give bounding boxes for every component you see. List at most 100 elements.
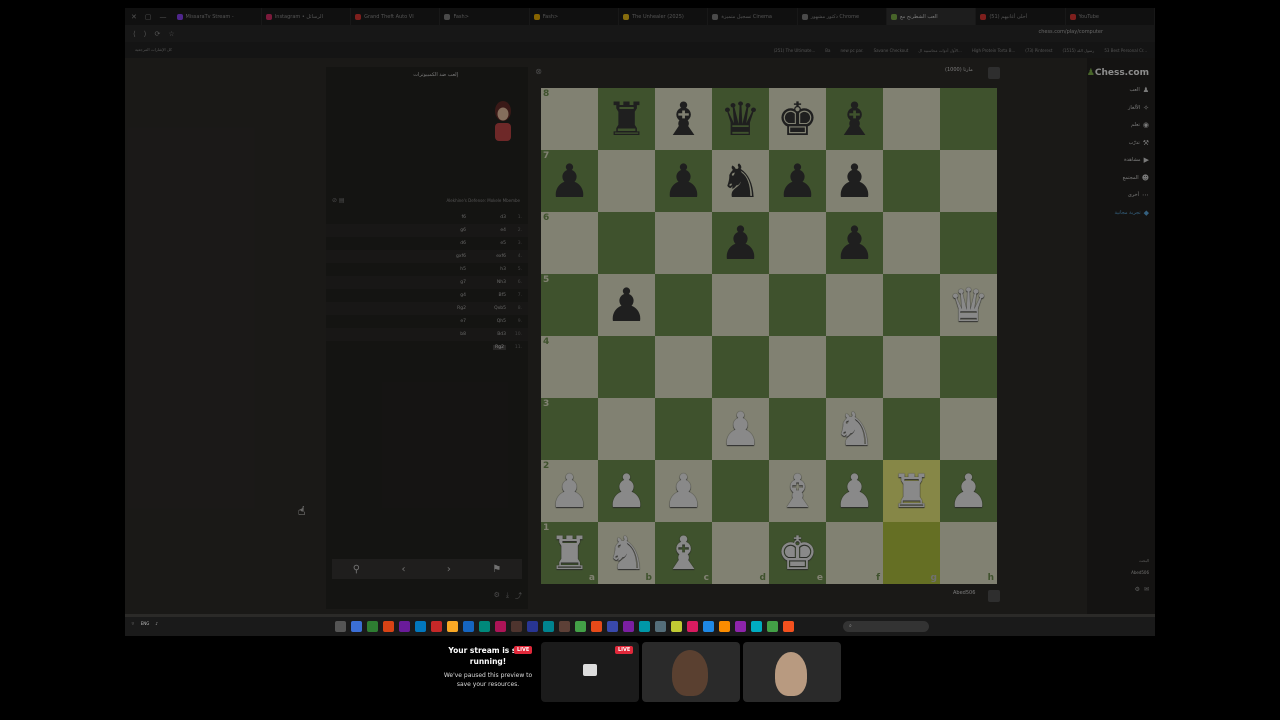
back-icon[interactable]: ⟨ [133, 30, 136, 38]
taskbar-app-icon[interactable] [463, 621, 474, 632]
white-rook-icon[interactable]: ♜ [891, 468, 932, 514]
white-move[interactable]: Qh5 [497, 319, 506, 324]
square-f7[interactable]: ♟ [826, 150, 883, 212]
bookmark-item[interactable]: (1515) رسول الله [1062, 48, 1094, 53]
taskbar-app-icon[interactable] [527, 621, 538, 632]
square-a8[interactable]: 8 [541, 88, 598, 150]
square-a2[interactable]: 2 ♟ [541, 460, 598, 522]
chesscom-logo[interactable]: ♟Chess.com [1087, 68, 1149, 78]
browser-tab[interactable]: Fash> [440, 8, 530, 25]
black-move[interactable]: d6 [460, 241, 466, 246]
white-move[interactable]: Nh3 [497, 280, 506, 285]
white-move[interactable]: exf6 [496, 254, 506, 259]
taskbar-app-icon[interactable] [607, 621, 618, 632]
taskbar-search[interactable]: ⌕ [843, 621, 929, 632]
taskbar-app-icon[interactable] [335, 621, 346, 632]
white-move[interactable]: Rg2 [493, 345, 506, 350]
next-move-button[interactable]: › [447, 564, 451, 575]
nav-item-watch[interactable]: مشاهدة ▶ [1124, 156, 1149, 164]
taskbar-app-icon[interactable] [543, 621, 554, 632]
square-d2[interactable] [712, 460, 769, 522]
notification-icon[interactable]: ✉ [1144, 586, 1149, 593]
white-pawn-icon[interactable]: ♟ [663, 468, 704, 514]
square-d3[interactable]: ♟ [712, 398, 769, 460]
square-d8[interactable]: ♛ [712, 88, 769, 150]
square-d7[interactable]: ♞ [712, 150, 769, 212]
square-c4[interactable] [655, 336, 712, 398]
taskbar-app-icon[interactable] [767, 621, 778, 632]
square-d4[interactable] [712, 336, 769, 398]
share-icon[interactable]: ⤴ [515, 591, 522, 601]
taskbar-app-icon[interactable] [511, 621, 522, 632]
taskbar-app-icon[interactable] [431, 621, 442, 632]
taskbar-app-icon[interactable] [623, 621, 634, 632]
taskbar-app-icon[interactable] [687, 621, 698, 632]
black-bishop-icon[interactable]: ♝ [834, 96, 875, 142]
square-c1[interactable]: c ♝ [655, 522, 712, 584]
square-b1[interactable]: b ♞ [598, 522, 655, 584]
black-move[interactable]: e7 [460, 319, 466, 324]
square-c8[interactable]: ♝ [655, 88, 712, 150]
flag-icon[interactable]: ⚑ [492, 564, 501, 575]
nav-item-community[interactable]: المجتمع ☻ [1123, 174, 1149, 182]
browser-tab[interactable]: Instagram • الرسائل [262, 8, 352, 25]
taskbar-app-icon[interactable] [479, 621, 490, 632]
square-f4[interactable] [826, 336, 883, 398]
taskbar-app-icon[interactable] [383, 621, 394, 632]
taskbar-app-icon[interactable] [783, 621, 794, 632]
black-move[interactable]: b8 [460, 332, 466, 337]
square-f5[interactable] [826, 274, 883, 336]
square-c5[interactable] [655, 274, 712, 336]
white-queen-icon[interactable]: ♛ [948, 282, 989, 328]
square-e4[interactable] [769, 336, 826, 398]
square-e8[interactable]: ♚ [769, 88, 826, 150]
square-b8[interactable]: ♜ [598, 88, 655, 150]
taskbar-app-icon[interactable] [591, 621, 602, 632]
square-e6[interactable] [769, 212, 826, 274]
square-e1[interactable]: e ♚ [769, 522, 826, 584]
square-b5[interactable]: ♟ [598, 274, 655, 336]
mic-icon[interactable]: ♪ [155, 621, 158, 627]
square-g1[interactable]: g [883, 522, 940, 584]
square-c2[interactable]: ♟ [655, 460, 712, 522]
square-c3[interactable] [655, 398, 712, 460]
square-b4[interactable] [598, 336, 655, 398]
taskbar-app-icon[interactable] [559, 621, 570, 632]
bookmark-item[interactable]: Ba [825, 48, 830, 53]
square-f2[interactable]: ♟ [826, 460, 883, 522]
restore-icon[interactable]: ▢ [145, 13, 152, 21]
chess-board[interactable]: 8 ♜ ♝ ♛ ♚ ♝ 7 ♟ ♟ ♞ ♟ ♟ 6 ♟ ♟ 5 ♟ ♛ 4 3 ♟ ♞ 2 ♟ ♟ ♟ ♝ ♟ ♜ ♟ 1 a ♜ b ♞ c ♝ d e ♚… [541, 88, 997, 584]
white-rook-icon[interactable]: ♜ [549, 530, 590, 576]
bookmark-item[interactable]: (251) The Ultimate... [774, 48, 816, 53]
taskbar-app-icon[interactable] [735, 621, 746, 632]
white-move[interactable]: e4 [500, 228, 506, 233]
analysis-icon[interactable]: ⚲ [353, 564, 360, 575]
square-e7[interactable]: ♟ [769, 150, 826, 212]
square-h7[interactable] [940, 150, 997, 212]
nav-item-more[interactable]: أخرى ⋯ [1128, 191, 1149, 199]
taskbar-app-icon[interactable] [399, 621, 410, 632]
bookmark-item[interactable]: High Protein Torta B... [972, 48, 1015, 53]
taskbar-app-icon[interactable] [655, 621, 666, 632]
black-move[interactable]: g7 [460, 280, 466, 285]
black-move[interactable]: g6 [460, 228, 466, 233]
taskbar-app-icon[interactable] [447, 621, 458, 632]
black-move[interactable]: h5 [460, 267, 466, 272]
black-king-icon[interactable]: ♚ [777, 96, 818, 142]
square-a4[interactable]: 4 [541, 336, 598, 398]
white-move[interactable]: d3 [500, 215, 506, 220]
square-a1[interactable]: 1 a ♜ [541, 522, 598, 584]
browser-tab[interactable]: The Unhealer (2025) [619, 8, 709, 25]
taskbar-app-icon[interactable] [575, 621, 586, 632]
white-knight-icon[interactable]: ♞ [606, 530, 647, 576]
white-bishop-icon[interactable]: ♝ [663, 530, 704, 576]
browser-tab[interactable]: (51) أحلى أغانيهم [976, 8, 1066, 25]
taskbar-app-icon[interactable] [703, 621, 714, 632]
square-b3[interactable] [598, 398, 655, 460]
square-g2[interactable]: ♜ [883, 460, 940, 522]
square-b7[interactable] [598, 150, 655, 212]
bookmark-item[interactable]: الأول أدوات محاسبية ال... [918, 48, 961, 53]
white-pawn-icon[interactable]: ♟ [606, 468, 647, 514]
all-bookmarks[interactable]: كل الإشارات المرجعية [135, 47, 172, 52]
nav-item-diamond[interactable]: تجربة مجانية ◆ [1115, 209, 1149, 217]
